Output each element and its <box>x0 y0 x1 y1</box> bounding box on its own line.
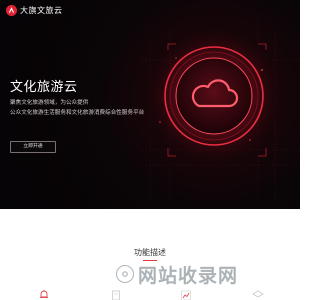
watermark-text: 网站收录网 <box>138 264 239 287</box>
brand-logo[interactable]: 大旗文旅云 <box>6 5 63 16</box>
hero-description-line: 聚焦文化旅游领域，为公众提供 <box>10 100 89 106</box>
hero-description: 聚焦文化旅游领域，为公众提供 公众文化旅游生活服务和文化旅游消费综合性服务平台 <box>10 98 144 118</box>
section-title: 功能描述 <box>134 248 166 257</box>
bell-icon <box>40 290 48 298</box>
chart-icon <box>181 290 191 300</box>
brand-name: 大旗文旅云 <box>20 6 63 15</box>
document-icon <box>112 290 120 300</box>
page: 大旗文旅云 文化旅游云 聚焦文化旅游领域，为公众提供 公众文化旅游生活服务和文化… <box>0 0 300 300</box>
watermark-logo-icon <box>116 265 134 283</box>
layers-icon <box>252 290 264 298</box>
logo-icon <box>6 5 17 16</box>
hero-banner: 大旗文旅云 文化旅游云 聚焦文化旅游领域，为公众提供 公众文化旅游生活服务和文化… <box>0 0 300 209</box>
activate-button[interactable]: 立即开通 <box>10 141 56 153</box>
hero-description-line: 公众文化旅游生活服务和文化旅游消费综合性服务平台 <box>10 110 145 116</box>
watermark: 网站收录网 <box>116 259 296 289</box>
hero-title: 文化旅游云 <box>10 80 78 95</box>
